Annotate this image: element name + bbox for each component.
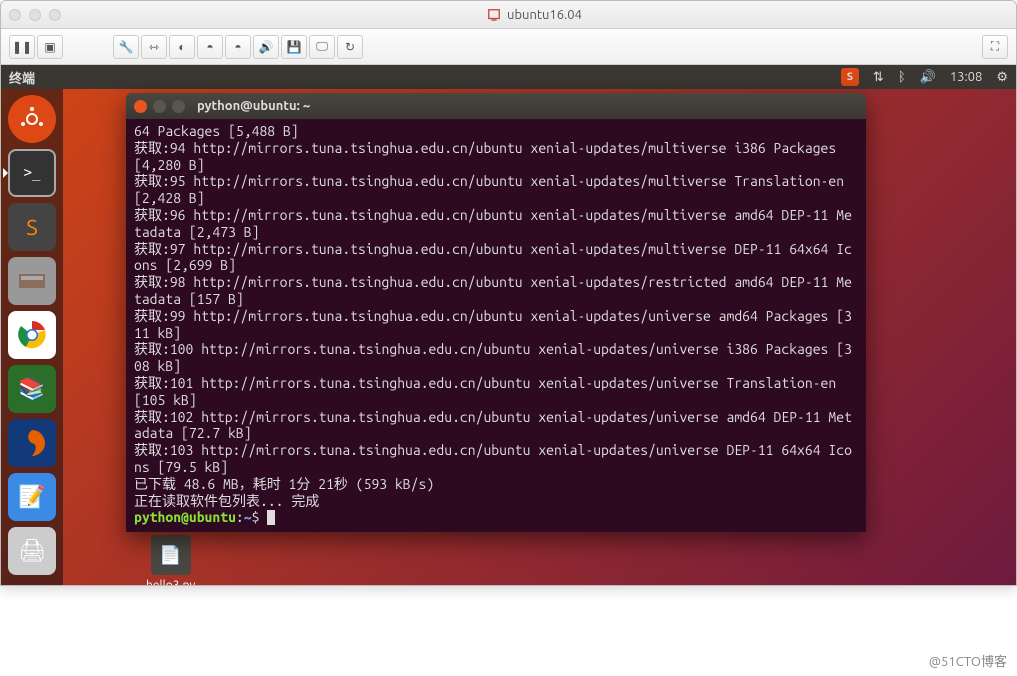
vm-toolbar: ❚❚ ▣ 🔧 ⇿ ◐ ◓ ◓ 🔊 💾 🖵 ↻ ⛶ <box>1 29 1016 65</box>
dash-icon[interactable] <box>8 95 56 143</box>
floppy-button[interactable]: 💾 <box>281 35 307 59</box>
clock[interactable]: 13:08 <box>950 70 983 84</box>
mac-close-button[interactable] <box>9 9 21 21</box>
network-button[interactable]: ⇿ <box>141 35 167 59</box>
firefox-launcher-icon[interactable] <box>8 419 56 467</box>
volume-icon[interactable]: 🔊 <box>920 70 936 85</box>
watermark: @51CTO博客 <box>929 651 1007 670</box>
file-icon: 📄 <box>151 535 191 575</box>
settings-button[interactable]: 🔧 <box>113 35 139 59</box>
active-window-title: 终端 <box>9 68 35 87</box>
terminal-close-button[interactable] <box>134 100 147 113</box>
book-launcher-icon[interactable]: 📚 <box>8 365 56 413</box>
bluetooth-icon[interactable]: ᛒ <box>898 70 906 84</box>
terminal-output[interactable]: 64 Packages [5,488 B] 获取:94 http://mirro… <box>126 119 866 532</box>
terminal-title: python@ubuntu: ~ <box>197 99 310 113</box>
terminal-titlebar[interactable]: python@ubuntu: ~ <box>126 93 866 119</box>
mac-titlebar: ubuntu16.04 <box>1 1 1016 29</box>
guest-screen: 终端 S ⇅ ᛒ 🔊 13:08 ⚙ >_ S 📚 📝 🖨 📄 hello3.p… <box>1 65 1016 585</box>
terminal-minimize-button[interactable] <box>153 100 166 113</box>
network-icon[interactable]: ⇅ <box>873 70 884 85</box>
settings-gear-icon[interactable]: ⚙ <box>996 70 1008 85</box>
printer-launcher-icon[interactable]: 🖨 <box>8 527 56 575</box>
sound-button[interactable]: 🔊 <box>253 35 279 59</box>
mac-zoom-button[interactable] <box>49 9 61 21</box>
fullscreen-button[interactable]: ⛶ <box>982 35 1008 59</box>
vm-host-window: ubuntu16.04 ❚❚ ▣ 🔧 ⇿ ◐ ◓ ◓ 🔊 💾 🖵 ↻ ⛶ 终端 … <box>0 0 1017 586</box>
vm-title: ubuntu16.04 <box>507 8 582 22</box>
snapshot-button[interactable]: ▣ <box>37 35 63 59</box>
chrome-launcher-icon[interactable] <box>8 311 56 359</box>
pause-button[interactable]: ❚❚ <box>9 35 35 59</box>
usb1-button[interactable]: ◓ <box>225 35 251 59</box>
terminal-launcher-icon[interactable]: >_ <box>8 149 56 197</box>
sublime-launcher-icon[interactable]: S <box>8 203 56 251</box>
desktop-file-label: hello3.py <box>146 579 195 585</box>
desktop-file[interactable]: 📄 hello3.py <box>146 535 195 585</box>
display-button[interactable]: 🖵 <box>309 35 335 59</box>
mac-minimize-button[interactable] <box>29 9 41 21</box>
ubuntu-top-panel: 终端 S ⇅ ᛒ 🔊 13:08 ⚙ <box>1 65 1016 89</box>
cd-button[interactable]: ◓ <box>197 35 223 59</box>
files-launcher-icon[interactable] <box>8 257 56 305</box>
unity-launcher: >_ S 📚 📝 🖨 <box>1 89 63 585</box>
ime-indicator[interactable]: S <box>841 68 859 86</box>
terminal-window: python@ubuntu: ~ 64 Packages [5,488 B] 获… <box>126 93 866 532</box>
terminal-maximize-button[interactable] <box>172 100 185 113</box>
vm-icon <box>487 8 501 22</box>
disk-button[interactable]: ◐ <box>169 35 195 59</box>
sync-button[interactable]: ↻ <box>337 35 363 59</box>
document-launcher-icon[interactable]: 📝 <box>8 473 56 521</box>
